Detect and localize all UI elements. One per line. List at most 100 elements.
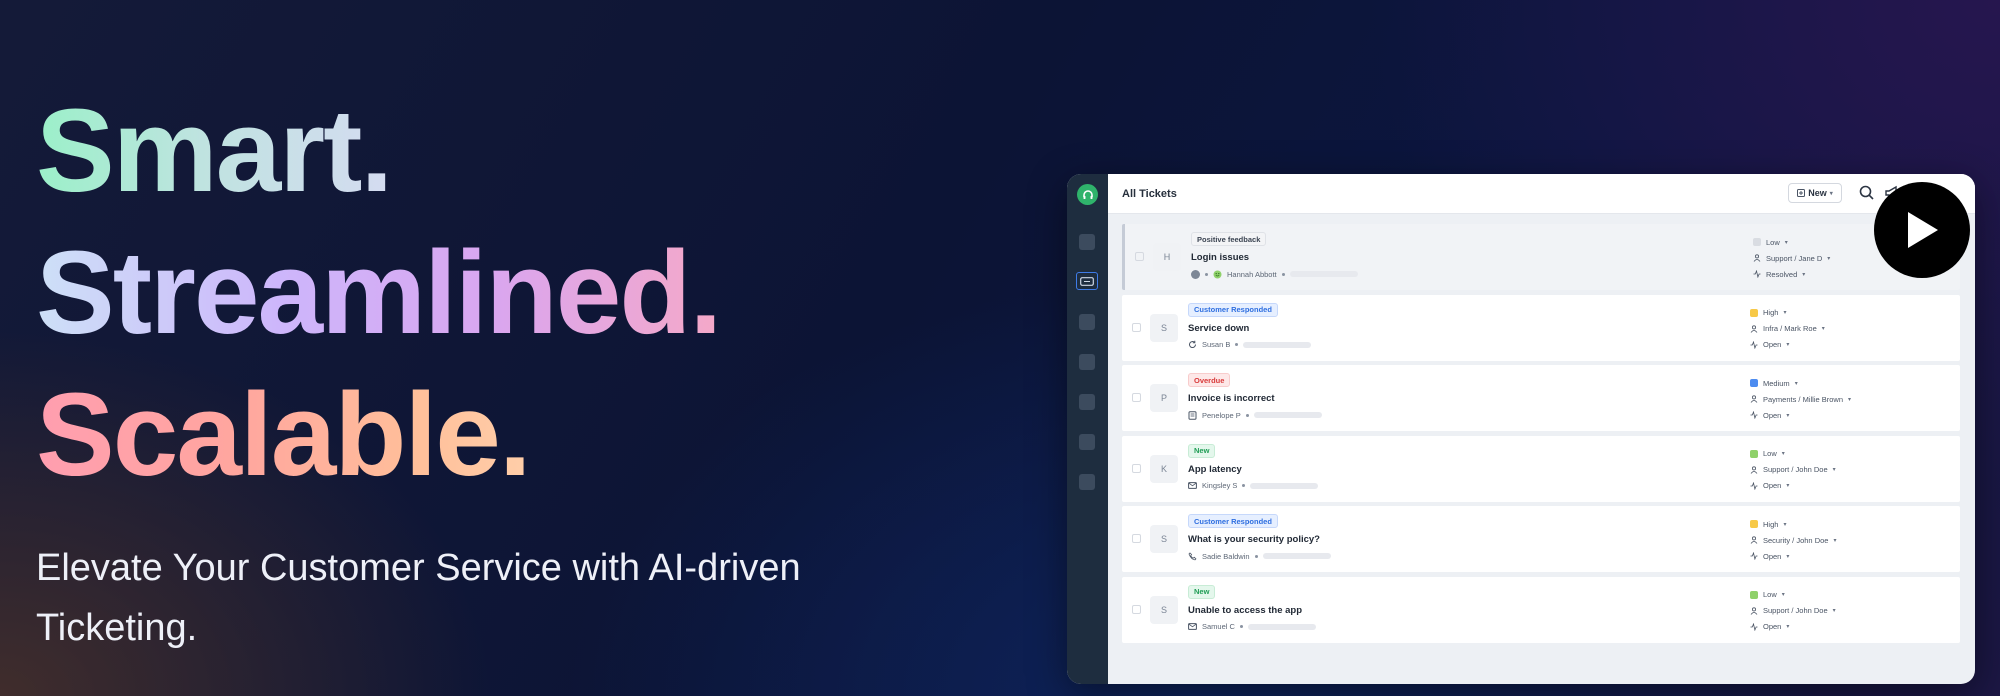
status-label: Open <box>1763 410 1782 420</box>
assignee-dropdown[interactable]: Support / Jane D ▾ <box>1753 250 1830 266</box>
search-icon[interactable] <box>1858 184 1876 202</box>
chevron-down-icon: ▾ <box>1784 239 1788 246</box>
requester-name: Kingsley S <box>1202 481 1238 490</box>
chevron-down-icon: ▾ <box>1848 396 1852 403</box>
chevron-down-icon: ▾ <box>1783 521 1787 528</box>
priority-dropdown[interactable]: Low ▾ <box>1753 234 1830 250</box>
ticket-checkbox[interactable] <box>1132 322 1141 332</box>
ticket-row[interactable]: H Positive feedback Login issues Hannah … <box>1122 224 1960 290</box>
assignee-label: Support / John Doe <box>1763 465 1828 474</box>
sidebar-item-tickets-icon[interactable] <box>1076 272 1098 290</box>
assignee-dropdown[interactable]: Payments / Millie Brown ▾ <box>1750 391 1851 407</box>
status-dropdown[interactable]: Open ▾ <box>1750 548 1836 564</box>
phone-icon <box>1188 551 1197 561</box>
ticket-subject[interactable]: Service down <box>1188 323 1249 334</box>
assignee-icon <box>1750 395 1758 403</box>
ticket-meta: Penelope P <box>1188 409 1322 421</box>
status-dropdown[interactable]: Open ▾ <box>1750 619 1836 635</box>
chevron-down-icon: ▾ <box>1781 451 1785 457</box>
priority-swatch <box>1753 238 1761 246</box>
assignee-dropdown[interactable]: Infra / Mark Roe ▾ <box>1750 321 1825 337</box>
ticket-row[interactable]: S New Unable to access the app Samuel C … <box>1122 576 1960 643</box>
priority-dropdown[interactable]: Medium ▾ <box>1750 375 1851 391</box>
ticket-checkbox[interactable] <box>1132 534 1141 543</box>
assignee-dropdown[interactable]: Security / John Doe ▾ <box>1750 532 1836 548</box>
preview-placeholder <box>1250 482 1319 489</box>
requester-avatar: P <box>1150 384 1178 412</box>
chevron-down-icon: ▾ <box>1783 310 1787 316</box>
ticket-subject[interactable]: Invoice is incorrect <box>1188 393 1275 404</box>
assignee-label: Support / Jane D <box>1766 253 1823 263</box>
refresh-icon <box>1188 340 1197 349</box>
ticket-meta: Kingsley S <box>1188 480 1319 492</box>
status-icon <box>1750 411 1758 419</box>
hero-subtitle: Elevate Your Customer Service with AI-dr… <box>36 547 801 649</box>
ticket-tag-badge: Positive feedback <box>1191 232 1267 246</box>
status-dropdown[interactable]: Open ▾ <box>1750 407 1851 423</box>
sidebar-item-teams-icon[interactable] <box>1079 434 1095 450</box>
new-ticket-button[interactable]: New ▾ <box>1788 183 1842 203</box>
priority-dropdown[interactable]: Low ▾ <box>1750 587 1836 603</box>
priority-swatch <box>1750 520 1758 528</box>
priority-dropdown[interactable]: High ▾ <box>1750 516 1836 532</box>
assignee-dropdown[interactable]: Support / John Doe ▾ <box>1750 603 1836 619</box>
requester-name: Hannah Abbott <box>1227 269 1277 279</box>
status-dropdown[interactable]: Resolved ▾ <box>1753 266 1830 282</box>
ticket-checkbox[interactable] <box>1132 393 1141 402</box>
ticket-meta: Sadie Baldwin <box>1188 550 1331 562</box>
preview-placeholder <box>1262 553 1331 559</box>
chevron-down-icon: ▾ <box>1794 380 1798 387</box>
ticket-checkbox[interactable] <box>1135 252 1144 261</box>
status-dropdown[interactable]: Open ▾ <box>1750 337 1825 353</box>
sidebar-item-dashboard-icon[interactable] <box>1079 234 1095 250</box>
plus-square-icon <box>1797 189 1806 197</box>
chevron-down-icon: ▾ <box>1829 190 1833 197</box>
ticket-properties: Low ▾ Support / John Doe ▾ Open ▾ <box>1750 587 1836 635</box>
assignee-dropdown[interactable]: Support / John Doe ▾ <box>1750 462 1836 478</box>
sidebar-item-settings-icon[interactable] <box>1079 474 1095 490</box>
requester-avatar: S <box>1150 313 1178 342</box>
assignee-label: Infra / Mark Roe <box>1763 324 1817 333</box>
ticket-checkbox[interactable] <box>1132 604 1141 614</box>
play-icon <box>1908 212 1938 248</box>
ticket-checkbox[interactable] <box>1132 463 1141 473</box>
priority-dropdown[interactable]: High ▾ <box>1750 305 1825 321</box>
requester-name: Sadie Baldwin <box>1202 551 1250 561</box>
priority-dropdown[interactable]: Low ▾ <box>1750 446 1836 462</box>
status-icon <box>1750 622 1758 631</box>
ticket-row[interactable]: K New App latency Kingsley S Low ▾ Suppo… <box>1122 435 1960 502</box>
ticket-properties: Medium ▾ Payments / Millie Brown ▾ Open … <box>1750 375 1851 423</box>
sidebar-item-knowledge-icon[interactable] <box>1079 394 1095 410</box>
ticket-subject[interactable]: Unable to access the app <box>1188 605 1302 616</box>
chevron-down-icon: ▾ <box>1781 592 1785 598</box>
ticket-subject[interactable]: Login issues <box>1191 252 1249 263</box>
hero-headline: Smart. Streamlined. Scalable. <box>36 80 732 506</box>
ticket-row[interactable]: S Customer Responded What is your securi… <box>1122 506 1960 572</box>
new-button-label: New <box>1808 188 1827 198</box>
separator-dot <box>1235 343 1239 346</box>
sidebar-item-contacts-icon[interactable] <box>1079 314 1095 330</box>
ticket-meta: Hannah Abbott <box>1191 268 1358 280</box>
assignee-icon <box>1750 324 1758 333</box>
ticket-tag-badge: Customer Responded <box>1188 302 1278 317</box>
ticket-tag-badge: Overdue <box>1188 373 1231 387</box>
preview-placeholder <box>1253 412 1322 418</box>
ticket-tag-badge: Customer Responded <box>1188 514 1278 528</box>
video-play-button[interactable] <box>1874 182 1970 278</box>
ticket-subject[interactable]: App latency <box>1188 464 1242 475</box>
sidebar <box>1067 174 1108 684</box>
chevron-down-icon: ▾ <box>1786 624 1790 630</box>
status-label: Open <box>1763 481 1782 490</box>
ticket-row[interactable]: P Overdue Invoice is incorrect Penelope … <box>1122 365 1960 431</box>
chevron-down-icon: ▾ <box>1821 326 1825 332</box>
status-dropdown[interactable]: Open ▾ <box>1750 478 1836 494</box>
ticket-properties: High ▾ Infra / Mark Roe ▾ Open ▾ <box>1750 305 1825 353</box>
sidebar-item-reports-icon[interactable] <box>1079 354 1095 370</box>
ticket-list: H Positive feedback Login issues Hannah … <box>1122 224 1960 647</box>
priority-swatch <box>1750 449 1758 458</box>
chevron-down-icon: ▾ <box>1832 608 1836 614</box>
status-icon <box>1753 270 1761 278</box>
requester-avatar: H <box>1153 243 1181 271</box>
ticket-subject[interactable]: What is your security policy? <box>1188 534 1320 545</box>
ticket-row[interactable]: S Customer Responded Service down Susan … <box>1122 294 1960 361</box>
